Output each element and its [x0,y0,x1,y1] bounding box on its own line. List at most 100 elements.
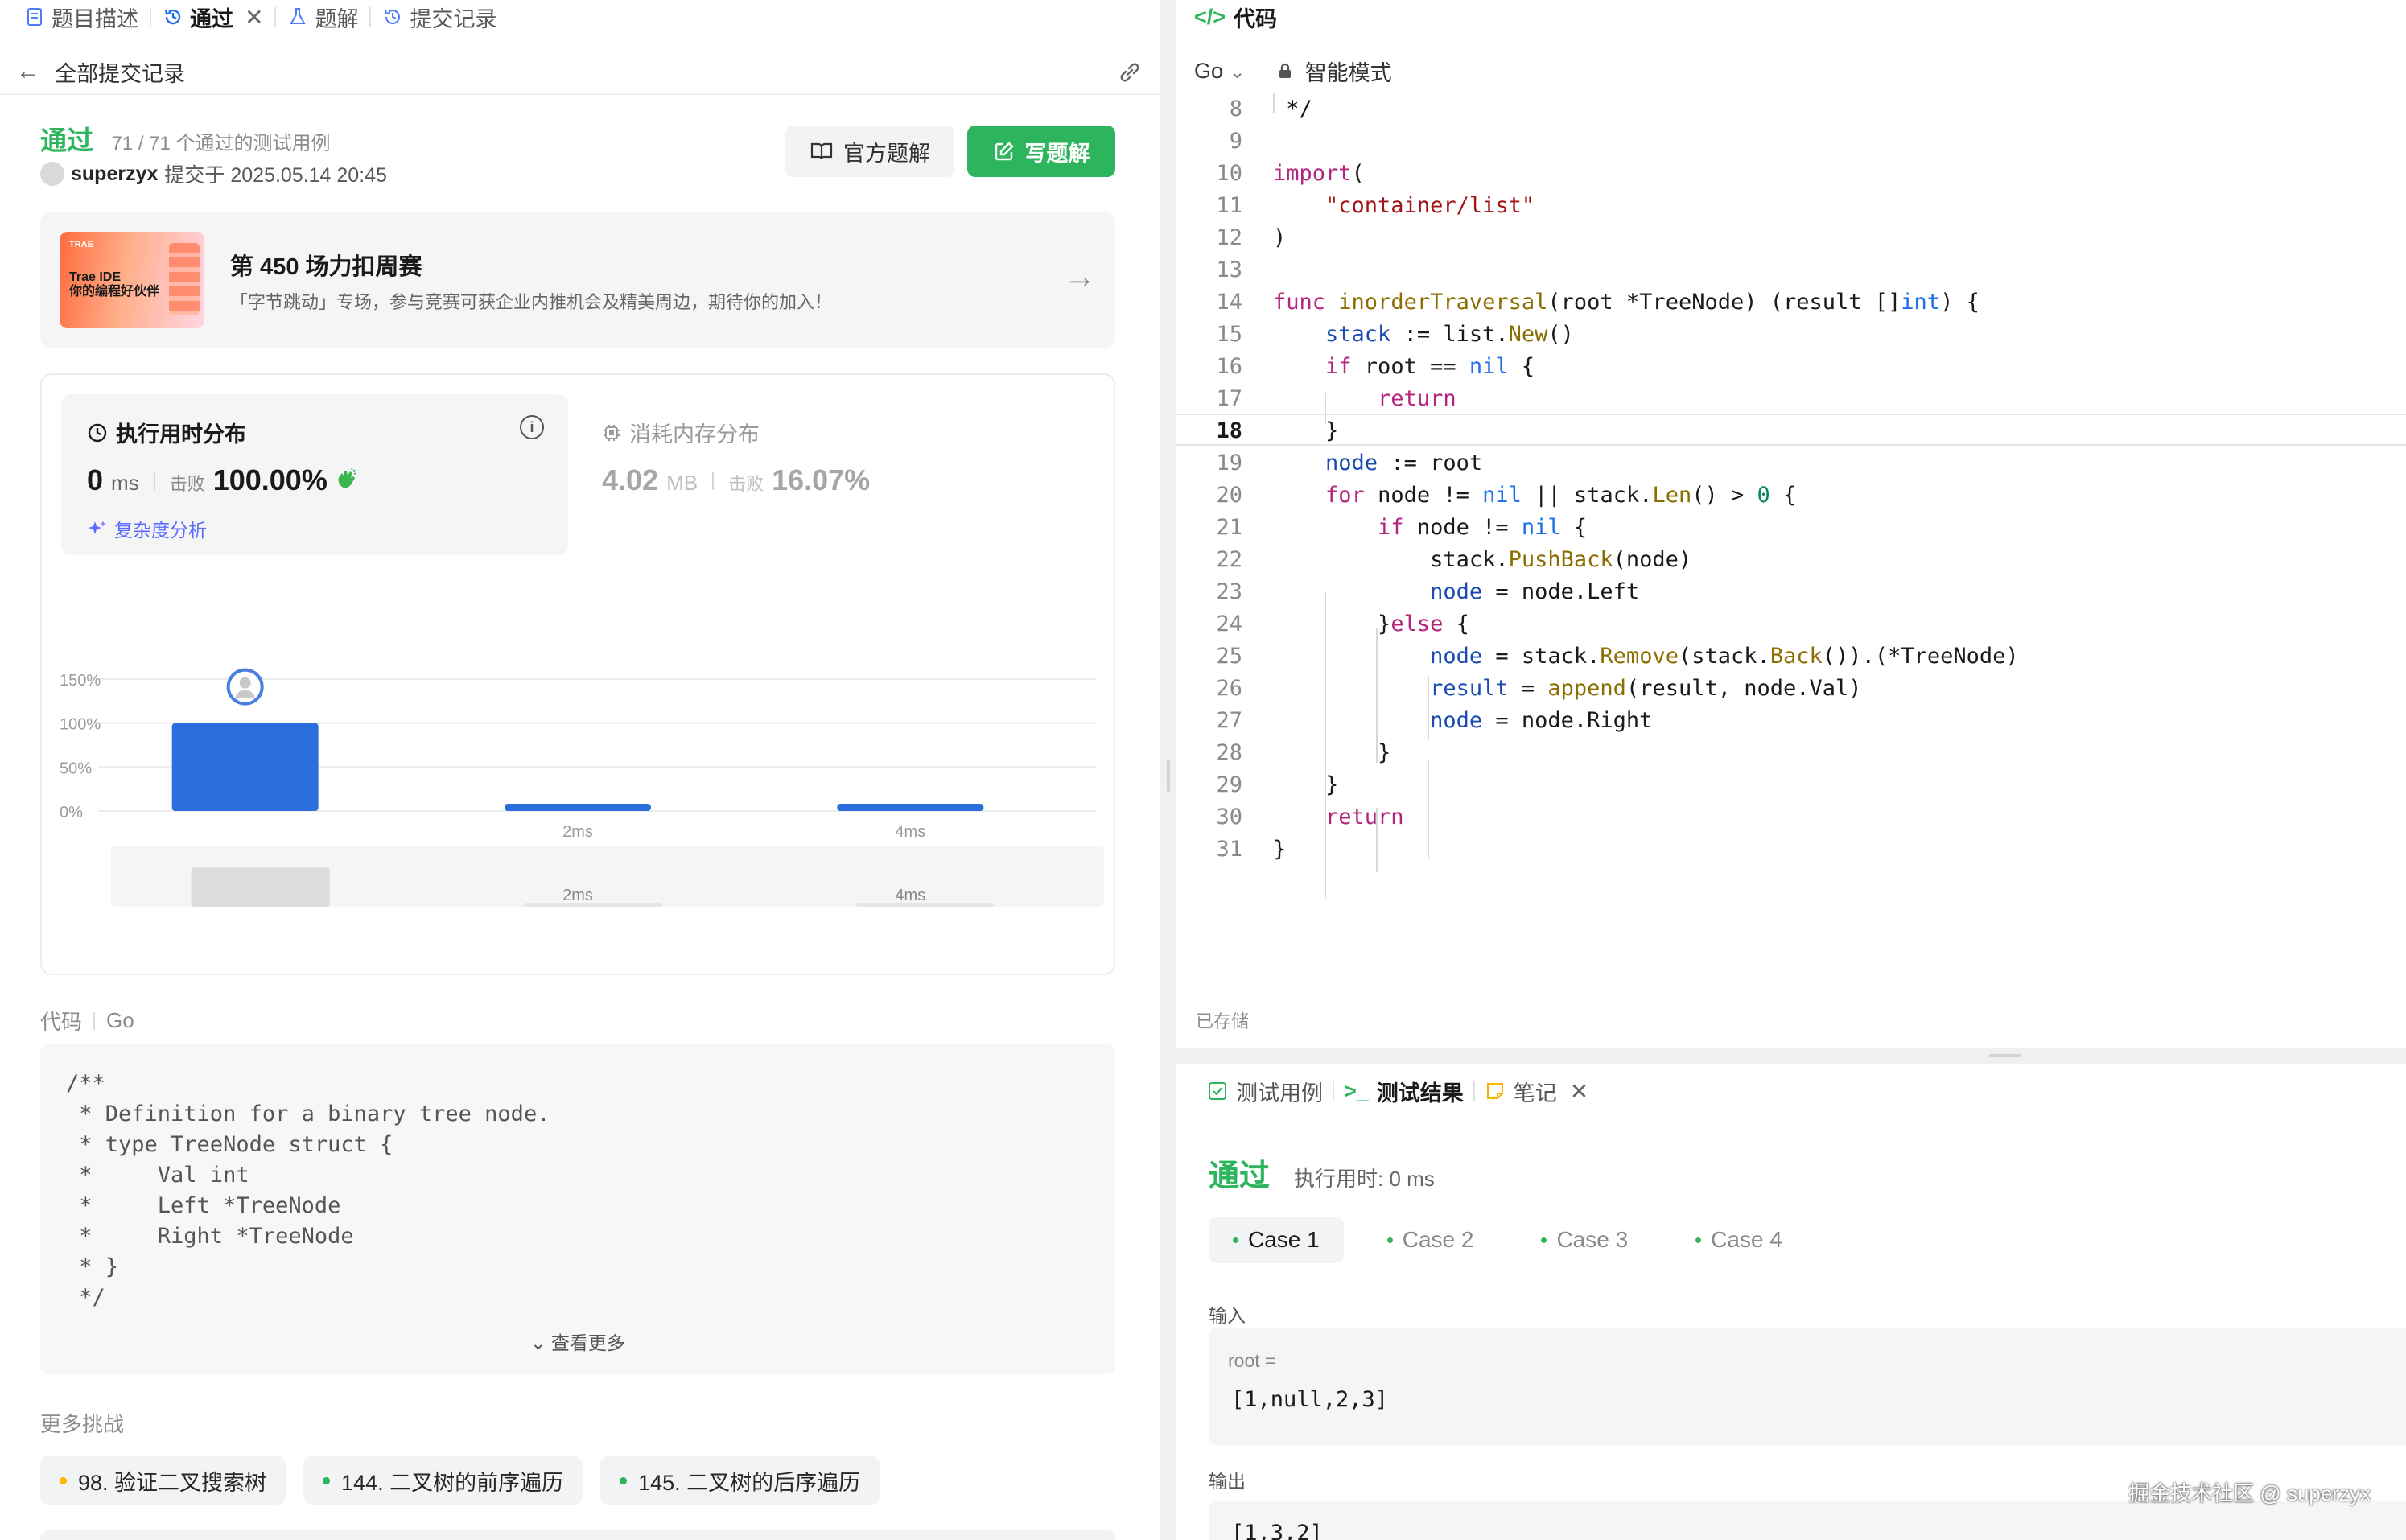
code-icon: </> [1194,4,1226,29]
contest-banner[interactable]: TRAE Trae IDE 你的编程好伙伴 第 450 场力扣周赛 「字节跳动」… [40,212,1115,348]
note-icon [1486,1083,1503,1099]
code-line: 12) [1176,222,2406,254]
performance-stats: 执行用时分布 i 0 ms 击败 100.00% 复杂度分析 消耗内存分布 4.… [40,373,1115,975]
overview-label: 2ms [562,887,593,904]
arrow-right-icon[interactable]: → [1064,259,1096,295]
output-box: [1,3,2] [1209,1501,2406,1540]
line-number: 29 [1216,772,1242,797]
code-text: } [1273,418,1339,443]
official-solution-button[interactable]: 官方题解 [785,126,954,177]
editor-toolbar: Go ⌄ 智能模式 [1176,50,2406,92]
share-link-icon[interactable] [1115,58,1144,87]
case-tab-2[interactable]: Case 2 [1363,1217,1498,1263]
tab-test-cases[interactable]: 测试用例 [1197,1076,1333,1107]
resize-grip[interactable] [1167,760,1170,792]
avatar[interactable] [40,162,64,186]
code-text: if root == nil { [1325,354,1535,379]
case-label: Case 1 [1248,1227,1320,1252]
case-label: Case 3 [1556,1227,1629,1252]
difficulty-dot [620,1476,628,1484]
line-number: 9 [1229,129,1242,154]
memory-title-label: 消耗内存分布 [629,422,760,447]
case-status-dot [1541,1237,1547,1243]
tab-passed[interactable]: 通过 ✕ [151,0,274,34]
overview-label: 4ms [895,887,925,904]
write-solution-button[interactable]: 写题解 [967,126,1115,177]
info-icon[interactable]: i [520,415,544,439]
tab-description[interactable]: 题目描述 [13,0,150,34]
horizontal-resize-handle[interactable] [1176,1048,2406,1064]
code-editor-panel: </> 代码 Go ⌄ 智能模式 8 */ 9 10 import( 11 "co… [1176,0,2406,1048]
chevron-down-icon: ⌄ [530,1332,546,1353]
username[interactable]: superzyx [71,163,158,186]
code-text: node = node.Right [1430,708,1653,733]
close-icon[interactable]: ✕ [1570,1078,1588,1105]
output-label: 输出 [1209,1471,1246,1492]
smart-mode-toggle[interactable]: 智能模式 [1305,56,1392,87]
all-submissions-link[interactable]: 全部提交记录 [55,56,185,88]
tab-submissions[interactable]: 提交记录 [371,0,508,34]
resize-grip[interactable] [1989,1054,2021,1057]
banner-title: 第 450 场力扣周赛 [230,254,422,280]
code-line: 25 node = stack.Remove(stack.Back()).(*T… [1176,640,2406,673]
code-text: node = node.Left [1430,579,1640,604]
code-text: func inorderTraversal(root *TreeNode) (r… [1273,290,1980,315]
line-number: 22 [1216,547,1242,572]
tab-passed-label: 通过 [190,6,233,31]
runtime-card[interactable]: 执行用时分布 i 0 ms 击败 100.00% 复杂度分析 [61,394,568,555]
runtime-title-label: 执行用时分布 [116,422,246,447]
code-text: stack := list.New() [1325,322,1574,347]
test-result-panel: 测试用例 >_ 测试结果 笔记 ✕ 通过 执行用时: 0 ms Case 1 C… [1176,1064,2406,1540]
view-more-button[interactable]: ⌄ 查看更多 [40,1328,1115,1355]
tab-test-result[interactable]: >_ 测试结果 [1334,1076,1473,1107]
code-section-label: 代码 [40,1010,83,1034]
history-icon [163,6,183,27]
memory-unit: MB [666,471,698,495]
code-line: 26 result = append(result, node.Val) [1176,673,2406,705]
banner-thumb-line2: 你的编程好伙伴 [69,285,160,299]
code-text: stack.PushBack(node) [1273,547,1692,572]
close-icon[interactable]: ✕ [245,4,263,31]
line-number: 16 [1216,354,1242,379]
code-text: } [1273,772,1339,797]
memory-card[interactable]: 消耗内存分布 4.02 MB 击败 16.07% [602,394,1085,555]
value-separator [153,472,155,490]
challenge-chip-145[interactable]: 145. 二叉树的后序遍历 [600,1456,880,1505]
code-text: */ [1273,97,1312,121]
flask-icon [287,6,308,27]
line-number: 30 [1216,805,1242,830]
tab-solutions[interactable]: 题解 [276,0,369,34]
overview-bar [191,867,330,907]
challenge-label: 144. 二叉树的前序遍历 [341,1470,564,1495]
vertical-resize-handle[interactable] [1160,0,1176,1540]
case-tab-4[interactable]: Case 4 [1671,1217,1807,1263]
line-number: 21 [1216,515,1242,540]
code-line: 10 import( [1176,158,2406,190]
difficulty-dot [323,1476,331,1484]
runtime-values: 0 ms 击败 100.00% [87,463,360,497]
y-tick-label: 150% [60,672,101,690]
tab-notes[interactable]: 笔记 ✕ [1475,1076,1598,1107]
line-number: 24 [1216,611,1242,636]
code-text: import( [1273,161,1365,186]
back-arrow-icon[interactable]: ← [16,58,40,85]
case-label: Case 4 [1711,1227,1782,1252]
challenge-chip-98[interactable]: 98. 验证二叉搜索树 [40,1456,286,1505]
y-tick-label: 0% [60,804,83,821]
watermark: 掘金技术社区 @ superzyx [2128,1481,2371,1505]
code-text: } [1273,740,1391,765]
line-number: 15 [1216,322,1242,347]
case-tab-3[interactable]: Case 3 [1517,1217,1652,1263]
result-status: 通过 [1209,1159,1271,1193]
runtime-beat-label: 击败 [169,474,205,494]
line-number: 28 [1216,740,1242,765]
complexity-analysis-link[interactable]: 复杂度分析 [87,515,207,542]
chart-bar [505,804,651,811]
saved-status: 已存储 [1196,1011,1250,1031]
challenge-chip-144[interactable]: 144. 二叉树的前序遍历 [303,1456,583,1505]
tab-test-cases-label: 测试用例 [1236,1081,1323,1106]
more-challenges-title: 更多挑战 [40,1412,125,1436]
language-select[interactable]: Go ⌄ [1194,59,1246,84]
code-area[interactable]: 8 */ 9 10 import( 11 "container/list" 12)… [1176,93,2406,1003]
case-tab-1[interactable]: Case 1 [1209,1217,1344,1263]
